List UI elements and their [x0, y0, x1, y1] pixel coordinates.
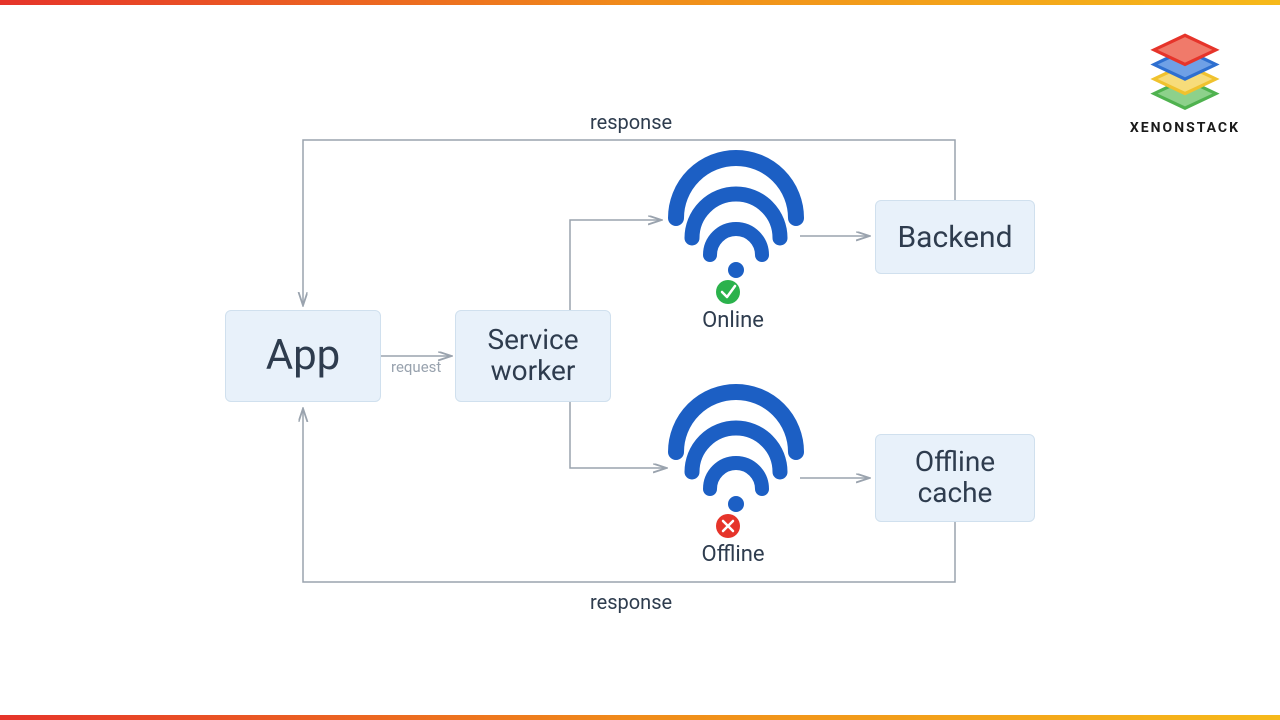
- label-request: request: [391, 358, 441, 376]
- label-online: Online: [698, 308, 768, 333]
- arrow-sw-to-online: [570, 220, 660, 310]
- arrow-cache-response: [303, 410, 955, 582]
- wifi-offline-icon: [676, 392, 796, 538]
- node-backend: Backend: [875, 200, 1035, 274]
- wifi-online-icon: [676, 158, 796, 304]
- arrow-backend-response: [303, 140, 955, 304]
- node-backend-label: Backend: [897, 221, 1012, 254]
- label-response-top: response: [590, 110, 672, 134]
- label-response-bottom: response: [590, 590, 672, 614]
- arrow-sw-to-offline: [570, 402, 665, 468]
- label-offline: Offline: [696, 542, 770, 567]
- node-cache-label: Offline cache: [915, 447, 995, 509]
- node-app: App: [225, 310, 381, 402]
- node-offline-cache: Offline cache: [875, 434, 1035, 522]
- node-sw-label: Service worker: [487, 325, 578, 387]
- check-badge-icon: [716, 280, 740, 304]
- node-app-label: App: [266, 333, 341, 379]
- node-service-worker: Service worker: [455, 310, 611, 402]
